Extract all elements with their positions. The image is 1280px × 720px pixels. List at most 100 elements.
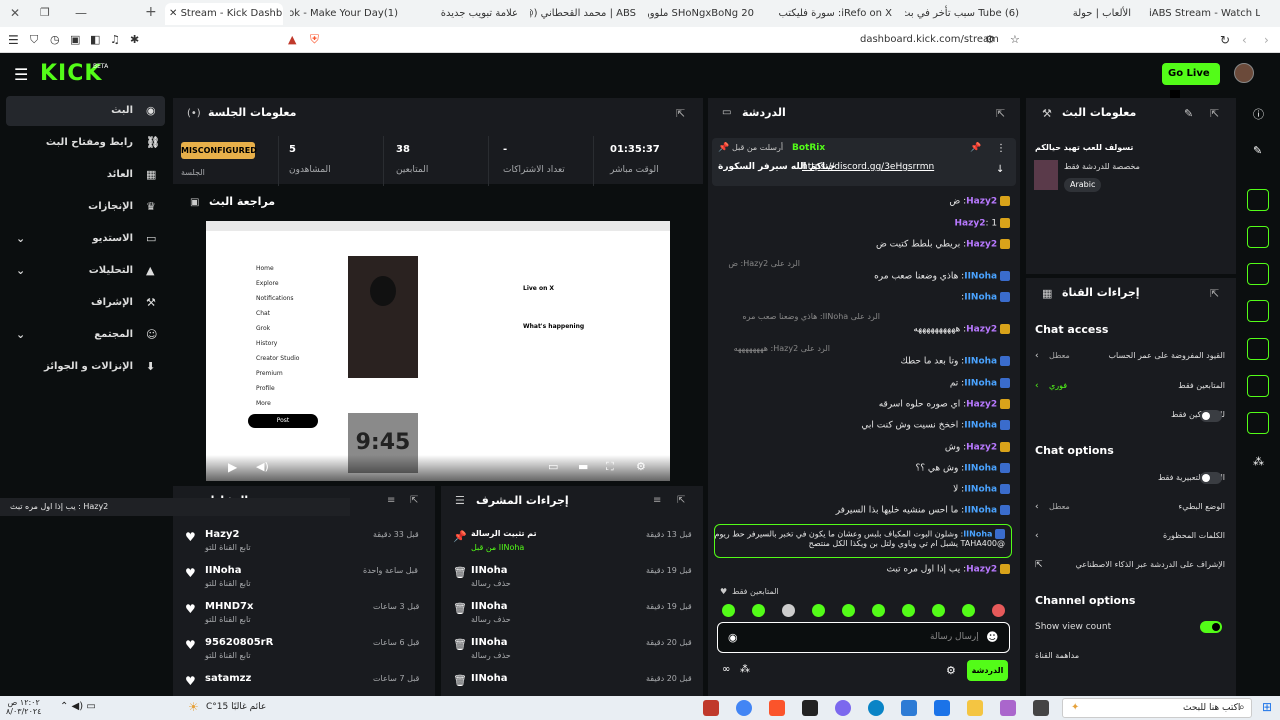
- fullscreen-icon[interactable]: ⛶: [606, 460, 614, 474]
- chrome-icon[interactable]: [736, 700, 752, 716]
- emote-icon[interactable]: [812, 604, 825, 617]
- menu-icon[interactable]: ☰: [8, 33, 19, 47]
- sidebar-item-revenue[interactable]: ▦ العائد: [6, 160, 165, 190]
- system-tray-icons[interactable]: ⌃ ◀) ▭: [60, 701, 96, 712]
- close-tab-icon[interactable]: ✕: [169, 8, 181, 19]
- chat-settings-icon[interactable]: ⚙: [946, 664, 956, 677]
- back-icon[interactable]: ‹: [1242, 33, 1247, 47]
- shortcuts-icon[interactable]: ⁂: [740, 664, 750, 675]
- infinity-icon[interactable]: ∞: [722, 664, 730, 675]
- emote-icon[interactable]: [872, 604, 885, 617]
- sidebar-item-community[interactable]: ☺ ⌄ المجتمع: [6, 320, 165, 350]
- extensions-icon[interactable]: ✱: [130, 33, 139, 46]
- taskbar-search[interactable]: ✦ اكتب هنا للبحث ⌕: [1062, 698, 1252, 718]
- more-icon[interactable]: ⋮: [996, 143, 1006, 154]
- show-view-count-toggle[interactable]: [1200, 621, 1222, 633]
- rail-list-icon[interactable]: [1247, 263, 1269, 285]
- rail-channel-icon[interactable]: [1247, 375, 1269, 397]
- task-view-icon[interactable]: [1033, 700, 1049, 716]
- avatar[interactable]: [1234, 63, 1254, 83]
- photos-icon[interactable]: [901, 700, 917, 716]
- x-app-icon[interactable]: [802, 700, 818, 716]
- sidebar-item-stream[interactable]: ◉ البث: [6, 96, 165, 126]
- emote-icon[interactable]: [782, 604, 795, 617]
- stream-video[interactable]: Home Explore Notifications Chat Grok History C…: [206, 221, 670, 481]
- tab-irefo[interactable]: iRefo on X: سورة فليكتب: [776, 3, 896, 25]
- restore-icon[interactable]: ❐: [40, 6, 50, 19]
- discord-icon[interactable]: [835, 700, 851, 716]
- rail-more-icon[interactable]: ⁂: [1253, 455, 1264, 468]
- sidebar-item-moderation[interactable]: ⚒ الإشراف: [6, 288, 165, 318]
- rail-chat-icon[interactable]: [1247, 300, 1269, 322]
- play-icon[interactable]: ▶: [228, 460, 237, 474]
- store-icon[interactable]: [934, 700, 950, 716]
- rail-wrench-icon[interactable]: [1247, 412, 1269, 434]
- url-field[interactable]: dashboard.kick.com/stream: [860, 34, 999, 45]
- tab-shongx[interactable]: SHoNgxBoNg 20 ملوووول: [648, 3, 758, 25]
- tab-abs[interactable]: ABS | محمد القحطاني (@: [530, 3, 640, 25]
- pip-icon[interactable]: ▭: [548, 460, 558, 473]
- sidebar-item-stream-key[interactable]: ⛓ رابط ومفتاح البث: [6, 128, 165, 158]
- collapse-icon[interactable]: ↓: [996, 164, 1004, 175]
- folder-icon[interactable]: [967, 700, 983, 716]
- expand-icon[interactable]: ⇱: [410, 495, 418, 506]
- new-tab-icon[interactable]: +: [145, 4, 157, 20]
- brave-icon[interactable]: [769, 700, 785, 716]
- sidebar-item-drops[interactable]: ⬇ الإنزالات و الجوائز: [6, 352, 165, 382]
- reload-icon[interactable]: ↻: [1220, 33, 1230, 47]
- sidebar-item-achievements[interactable]: ♛ الإنجازات: [6, 192, 165, 222]
- go-live-button[interactable]: Go Live: [1162, 63, 1220, 100]
- minimize-icon[interactable]: —: [75, 6, 87, 20]
- emote-icon[interactable]: [992, 604, 1005, 617]
- expand-icon[interactable]: ⇱: [996, 107, 1005, 120]
- tab-games[interactable]: الألعاب | حولة: [1035, 3, 1135, 25]
- brave-shield-icon[interactable]: ⛨: [310, 32, 319, 47]
- smiley-icon[interactable]: ☻: [986, 630, 999, 644]
- shield-icon[interactable]: ⛉: [30, 33, 38, 47]
- send-chat-button[interactable]: الدردشة: [967, 660, 1008, 681]
- theater-icon[interactable]: ▬: [578, 460, 588, 473]
- unpin-icon[interactable]: 📌: [970, 143, 981, 153]
- info-icon[interactable]: ⓘ: [1253, 106, 1264, 122]
- expand-icon[interactable]: ⇱: [1210, 287, 1219, 300]
- weather-text[interactable]: عائم غالبًا 15°C: [206, 702, 266, 712]
- edit-icon[interactable]: ✎: [1184, 107, 1193, 120]
- rail-layout-icon[interactable]: [1247, 189, 1269, 211]
- bookmark-icon[interactable]: ☆: [1010, 33, 1020, 46]
- rail-flash-icon[interactable]: [1247, 226, 1269, 248]
- emote-icon[interactable]: [962, 604, 975, 617]
- volume-icon[interactable]: ◀): [256, 460, 269, 473]
- expand-icon[interactable]: ⇱: [1210, 107, 1219, 120]
- music-icon[interactable]: ♫: [110, 33, 120, 46]
- app-icon[interactable]: [1000, 700, 1016, 716]
- emote-icon[interactable]: [722, 604, 735, 617]
- triangle-icon[interactable]: ▲: [288, 33, 296, 46]
- filter-icon[interactable]: ≡: [653, 495, 661, 506]
- pencil-icon[interactable]: ✎: [1253, 144, 1262, 157]
- chat-input[interactable]: ◉ إرسال رسالة ☻: [717, 622, 1010, 653]
- rail-signal-icon[interactable]: [1247, 338, 1269, 360]
- tab-new[interactable]: علامة تبويب جديدة: [412, 3, 522, 25]
- expand-icon[interactable]: ⇱: [677, 495, 685, 506]
- hamburger-icon[interactable]: ☰: [14, 65, 28, 84]
- subscribers-only-toggle[interactable]: [1200, 410, 1222, 422]
- emotes-only-toggle[interactable]: [1200, 472, 1222, 484]
- expand-icon[interactable]: ⇱: [676, 107, 685, 120]
- sidebar-item-studio[interactable]: ▭ ⌄ الاستديو: [6, 224, 165, 254]
- forward-icon[interactable]: ›: [1264, 33, 1269, 47]
- raid-channel-row[interactable]: مداهمة القناة: [1035, 651, 1079, 660]
- emote-icon[interactable]: [932, 604, 945, 617]
- windows-start-icon[interactable]: ⊞: [1262, 700, 1272, 714]
- sidebar-item-analytics[interactable]: ▲ ⌄ التحليلات: [6, 256, 165, 286]
- tab-tiktok[interactable]: (1)TikTok - Make Your Day: [290, 3, 402, 25]
- app-icon[interactable]: [703, 700, 719, 716]
- emote-icon[interactable]: [842, 604, 855, 617]
- tabs-icon[interactable]: ▣: [70, 33, 80, 46]
- tab-iabs-stream[interactable]: iABS Stream - Watch Live: [1145, 3, 1260, 25]
- edge-icon[interactable]: [868, 700, 884, 716]
- emoji-icon[interactable]: ◉: [728, 631, 738, 644]
- close-window-icon[interactable]: ✕: [10, 6, 20, 20]
- settings-icon[interactable]: ⚙: [636, 460, 646, 473]
- emote-icon[interactable]: [902, 604, 915, 617]
- history-icon[interactable]: ◷: [50, 33, 60, 46]
